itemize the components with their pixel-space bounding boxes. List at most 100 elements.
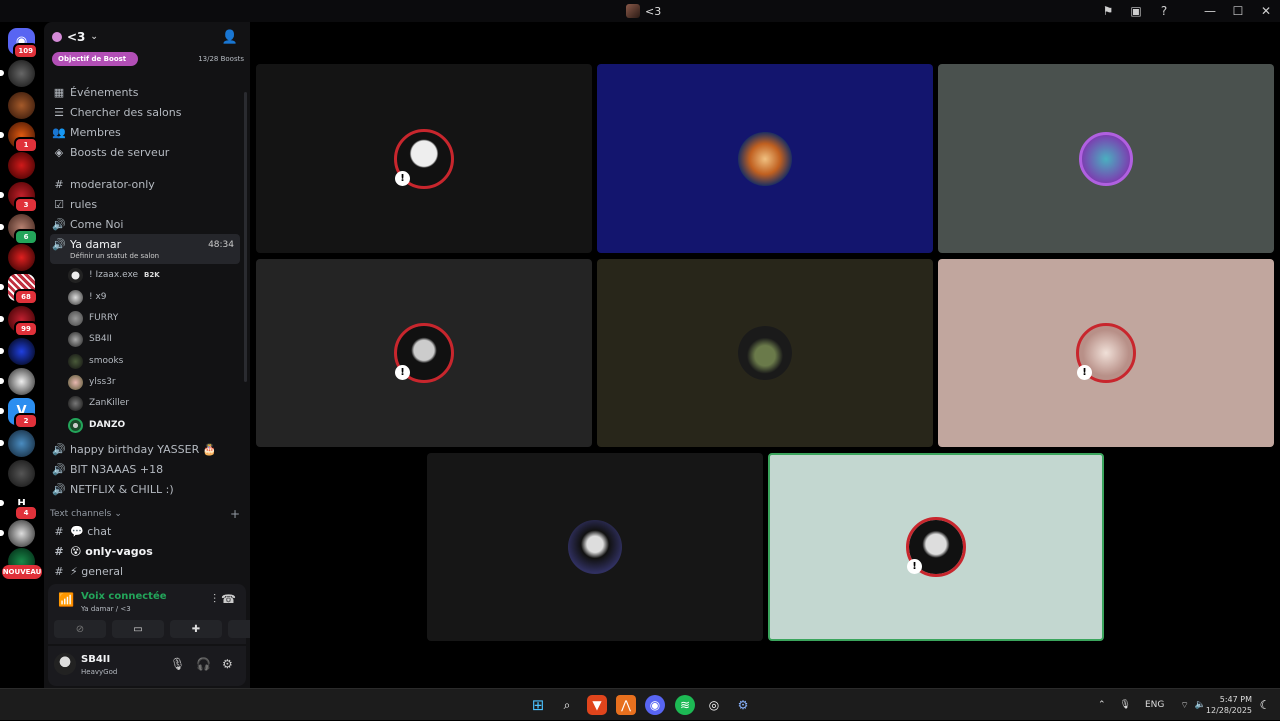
server-header[interactable]: <3 ⌄ 👤 — [44, 22, 250, 52]
sidebar-item-events[interactable]: ▦ Événements — [50, 82, 240, 102]
participant-tile-speaking[interactable]: ! — [768, 453, 1104, 641]
microphone-icon[interactable]: 🎙 — [170, 657, 185, 671]
help-icon[interactable]: ? — [1150, 0, 1178, 22]
invite-people-icon[interactable]: 👤 — [222, 30, 238, 45]
maximize-button[interactable]: ☐ — [1224, 0, 1252, 22]
disconnect-icon[interactable]: ☎ — [221, 592, 236, 606]
noise-suppression-icon[interactable]: ⫶ — [213, 592, 216, 607]
brave-browser-icon[interactable]: ▼ — [587, 695, 607, 715]
avatar[interactable] — [54, 653, 76, 675]
title-bar: <3 ⚑ ▣ ? — ☐ ✕ — [0, 0, 1280, 22]
speaker-icon: 🔊 — [52, 442, 66, 456]
voice-member[interactable]: ! x9 — [68, 287, 238, 307]
channel-rules[interactable]: ☑ rules — [50, 194, 240, 214]
wifi-icon[interactable]: ⌔ — [1180, 700, 1188, 711]
voice-member[interactable]: smooks — [68, 351, 238, 371]
popout-icon[interactable]: ▣ — [1122, 0, 1150, 22]
channel-chat[interactable]: # 💬 chat — [50, 521, 240, 541]
channel-only-vagos[interactable]: # 😵 only-vagos — [50, 541, 240, 561]
voice-member[interactable]: DANZO — [68, 415, 238, 435]
camera-off-icon: ⊘ — [75, 623, 85, 635]
voice-member[interactable]: ! Izaax.exe B2K — [68, 265, 238, 285]
server-icon[interactable]: 3 — [0, 182, 38, 213]
muted-icon: ! — [395, 365, 410, 380]
server-icon[interactable] — [8, 152, 35, 179]
speaker-icon: 🔊 — [52, 462, 66, 476]
sidebar-item-server-boosts[interactable]: ◈ Boosts de serveur — [50, 142, 240, 162]
server-icon[interactable]: H4 — [0, 490, 38, 521]
server-icon[interactable]: 68 — [0, 274, 38, 305]
mention-badge: 68 — [14, 289, 38, 305]
server-icon[interactable] — [8, 460, 35, 487]
server-icon[interactable] — [0, 430, 35, 457]
voice-member[interactable]: FURRY — [68, 308, 238, 328]
activities-button[interactable]: ✚ — [170, 620, 222, 638]
headphones-icon[interactable]: 🎧 — [196, 657, 211, 671]
server-icon[interactable] — [8, 92, 35, 119]
boost-goal-bar[interactable]: Objectif de Boost 13/28 Boosts — [52, 52, 244, 66]
settings-gear-icon[interactable]: ⚙ — [222, 657, 233, 671]
input-language[interactable]: ENG — [1145, 700, 1164, 710]
voice-member[interactable]: SB4II — [68, 329, 238, 349]
voice-channel-netflix[interactable]: 🔊 NETFLIX & CHILL :) — [50, 479, 240, 499]
participant-tile[interactable] — [597, 259, 933, 447]
hash-icon: # — [54, 177, 64, 191]
voice-member[interactable]: ylss3r — [68, 372, 238, 392]
server-icon[interactable] — [8, 244, 35, 271]
speaker-icon: 🔊 — [52, 482, 66, 496]
text-channels-category[interactable]: Text channels ⌄ + — [50, 507, 240, 521]
clock[interactable]: 5:47 PM 12/28/2025 — [1206, 694, 1252, 716]
server-icon[interactable] — [0, 368, 35, 395]
search-icon[interactable]: ⌕ — [557, 695, 577, 715]
voice-channel-ya-damar[interactable]: 🔊 Ya damar 48:34 Définir un statut de sa… — [50, 234, 240, 264]
voice-channel-birthday[interactable]: 🔊 happy birthday YASSER 🎂 — [50, 439, 240, 459]
set-status-hint[interactable]: Définir un statut de salon — [70, 252, 159, 260]
windows-start-icon[interactable]: ⊞ — [528, 695, 548, 715]
direct-messages-button[interactable]: ◉ 109 — [8, 28, 38, 59]
notification-icon[interactable]: ☾ — [1256, 695, 1274, 715]
server-icon[interactable] — [0, 338, 35, 365]
clock-time: 5:47 PM — [1219, 695, 1252, 704]
participant-tile[interactable] — [427, 453, 763, 641]
voice-member[interactable]: ZanKiller — [68, 393, 238, 413]
close-button[interactable]: ✕ — [1252, 0, 1280, 22]
participant-tile[interactable]: ! — [256, 64, 592, 253]
minimize-button[interactable]: — — [1196, 0, 1224, 22]
app-icon[interactable]: ◎ — [704, 695, 724, 715]
add-channel-icon[interactable]: + — [230, 507, 240, 521]
clan-tag: B2K — [144, 271, 160, 279]
voice-channel-come-noi[interactable]: 🔊 Come Noi — [50, 214, 240, 234]
inbox-icon[interactable]: ⚑ — [1094, 0, 1122, 22]
steam-icon[interactable]: ⚙ — [733, 695, 753, 715]
sidebar-item-browse-channels[interactable]: ☰ Chercher des salons — [50, 102, 240, 122]
participant-tile[interactable] — [938, 64, 1274, 253]
channel-general[interactable]: # ⚡ general — [50, 561, 240, 581]
channel-moderator-only[interactable]: # moderator-only — [50, 174, 240, 194]
chevron-up-icon[interactable]: ⌃ — [1098, 700, 1106, 710]
server-icon[interactable]: 1 — [0, 122, 38, 153]
username[interactable]: SB4II — [81, 654, 110, 665]
spotify-icon[interactable]: ≋ — [675, 695, 695, 715]
server-icon[interactable]: V2 — [0, 398, 38, 429]
server-icon[interactable] — [0, 520, 35, 547]
list-search-icon: ☰ — [54, 105, 64, 119]
participant-tile[interactable] — [597, 64, 933, 253]
microphone-tray-icon[interactable]: 🎙 — [1120, 700, 1131, 710]
voice-channel-bit[interactable]: 🔊 BIT N3AAAS +18 — [50, 459, 240, 479]
new-servers-pill[interactable]: NOUVEAU — [2, 565, 42, 579]
boost-count: 13/28 Boosts — [198, 55, 244, 63]
participant-tile[interactable]: ! — [256, 259, 592, 447]
sidebar-item-members[interactable]: 👥 Membres — [50, 122, 240, 142]
app-icon[interactable]: ⋀ — [616, 695, 636, 715]
screen-share-button[interactable]: ▭ — [112, 620, 164, 638]
sidebar-scrollbar[interactable] — [244, 92, 247, 382]
server-icon[interactable] — [0, 60, 35, 87]
participant-tile[interactable]: ! — [938, 259, 1274, 447]
camera-off-button[interactable]: ⊘ — [54, 620, 106, 638]
server-icon[interactable]: 6 — [0, 214, 38, 245]
discord-taskbar-icon[interactable]: ◉ — [645, 695, 665, 715]
voice-connected-subtitle[interactable]: Ya damar / <3 — [81, 605, 131, 613]
server-icon[interactable]: 99 — [0, 306, 38, 337]
volume-icon[interactable]: 🔈 — [1195, 700, 1206, 710]
signal-icon[interactable]: 📶 — [58, 593, 74, 608]
